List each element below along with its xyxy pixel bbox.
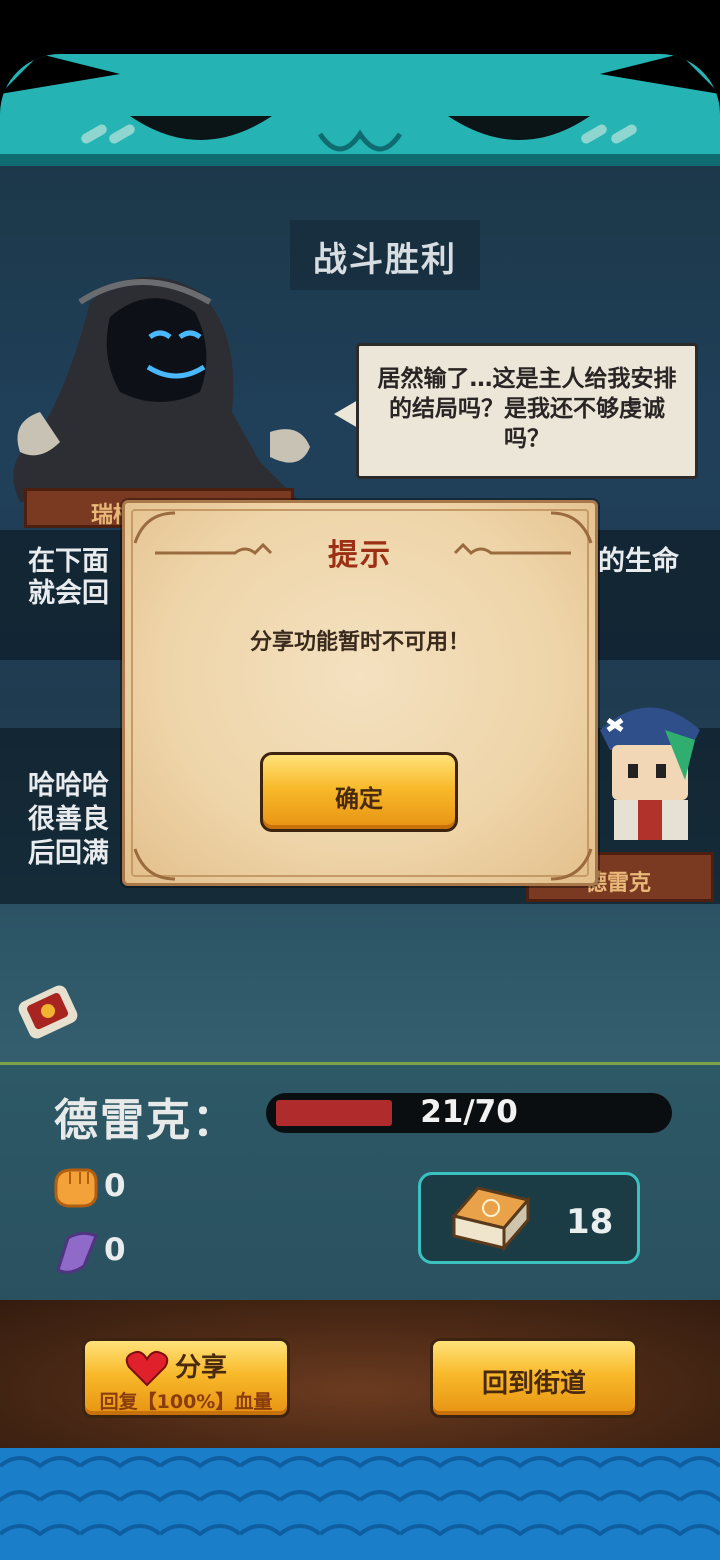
dialog-title: 提示: [328, 538, 392, 573]
dialog-message: 分享功能暂时不可用！: [249, 630, 470, 655]
message2-line1: 哈哈哈: [28, 770, 109, 801]
speech-bubble-tail: [334, 400, 358, 428]
card-deck-icon: [451, 1186, 531, 1252]
monster-header: [0, 54, 720, 168]
scroll-item-icon[interactable]: [14, 978, 84, 1048]
message1-line2: 就会回: [28, 578, 109, 609]
hp-text: 21/70: [420, 1094, 518, 1130]
back-to-street-button[interactable]: 回到街道: [430, 1338, 638, 1418]
share-button[interactable]: 分享 回复【100%】血量: [82, 1338, 290, 1418]
hero-portrait: [600, 707, 700, 840]
defense-value: 0: [104, 1232, 126, 1268]
share-button-subtitle: 回复【100%】血量: [99, 1391, 273, 1413]
monster-face-icon: [0, 54, 720, 152]
message2-line2: 很善良: [28, 804, 109, 835]
water-waves: [0, 1448, 720, 1560]
fist-icon: [54, 1168, 98, 1208]
deck-count: 18: [566, 1202, 614, 1242]
message2-line3: 后回满: [28, 838, 109, 869]
confirm-button[interactable]: 确定: [260, 752, 458, 832]
message1-line1: 在下面: [28, 546, 109, 577]
attack-value: 0: [104, 1168, 126, 1204]
heart-icon: [125, 1350, 169, 1387]
top-bar: [0, 0, 720, 54]
shield-icon: [56, 1231, 98, 1274]
message1-right-text: 的生命: [598, 546, 679, 577]
hooded-enemy-portrait: [13, 276, 310, 502]
player-name: 德雷克：: [54, 1095, 238, 1146]
enemy-speech-bubble: 居然输了…这是主人给我安排的结局吗？是我还不够虔诚吗？: [356, 343, 698, 479]
share-button-label: 分享: [175, 1353, 228, 1383]
